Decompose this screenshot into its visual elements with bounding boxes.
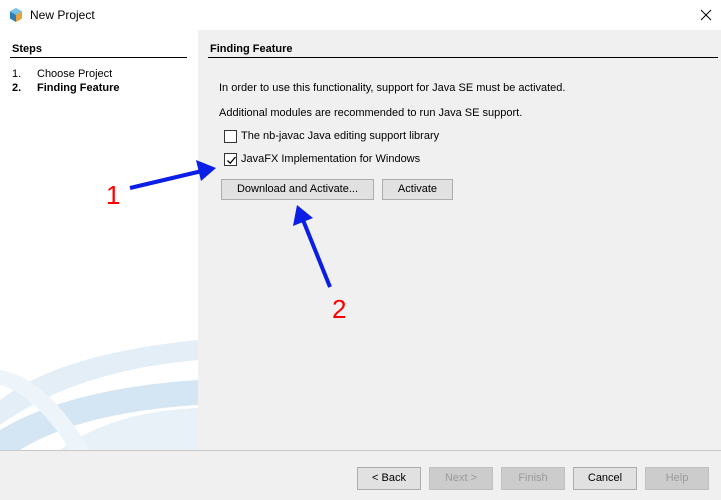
- netbeans-icon: [8, 7, 24, 23]
- step-item-choose-project: 1. Choose Project: [12, 68, 120, 82]
- wizard-footer: < Back Next > Finish Cancel Help: [0, 450, 721, 500]
- panel-title: Finding Feature: [210, 43, 293, 55]
- back-button[interactable]: < Back: [357, 467, 421, 490]
- steps-list: 1. Choose Project 2. Finding Feature: [12, 68, 120, 96]
- download-and-activate-button[interactable]: Download and Activate...: [221, 179, 374, 200]
- step-item-finding-feature: 2. Finding Feature: [12, 82, 120, 96]
- steps-heading: Steps: [12, 43, 42, 55]
- decorative-swoosh-graphic: [0, 340, 198, 450]
- cancel-button[interactable]: Cancel: [573, 467, 637, 490]
- title-bar: New Project: [0, 0, 721, 30]
- annotation-label-1: 1: [106, 180, 121, 210]
- javafx-checkbox[interactable]: [224, 153, 237, 166]
- step-number: 2.: [12, 82, 22, 94]
- help-button[interactable]: Help: [645, 467, 709, 490]
- nb-javac-checkbox[interactable]: [224, 130, 237, 143]
- activation-message: In order to use this functionality, supp…: [219, 82, 566, 94]
- checkmark-icon: [227, 156, 236, 165]
- step-label: Choose Project: [37, 68, 113, 80]
- step-number: 1.: [12, 68, 22, 80]
- next-button[interactable]: Next >: [429, 467, 493, 490]
- steps-divider: [10, 57, 187, 58]
- finish-button[interactable]: Finish: [501, 467, 565, 490]
- activate-button[interactable]: Activate: [382, 179, 453, 200]
- nb-javac-checkbox-label: The nb-javac Java editing support librar…: [241, 130, 440, 142]
- close-icon: [700, 9, 712, 21]
- step-label: Finding Feature: [37, 82, 120, 94]
- modules-message: Additional modules are recommended to ru…: [219, 107, 523, 119]
- steps-panel: Steps 1. Choose Project 2. Finding Feature: [0, 30, 198, 450]
- content-panel: Finding Feature In order to use this fun…: [198, 30, 721, 450]
- javafx-checkbox-label: JavaFX Implementation for Windows: [241, 153, 421, 165]
- window-title: New Project: [30, 8, 95, 22]
- annotation-label-2: 2: [332, 294, 347, 324]
- close-button[interactable]: [691, 0, 721, 30]
- panel-divider: [208, 57, 718, 58]
